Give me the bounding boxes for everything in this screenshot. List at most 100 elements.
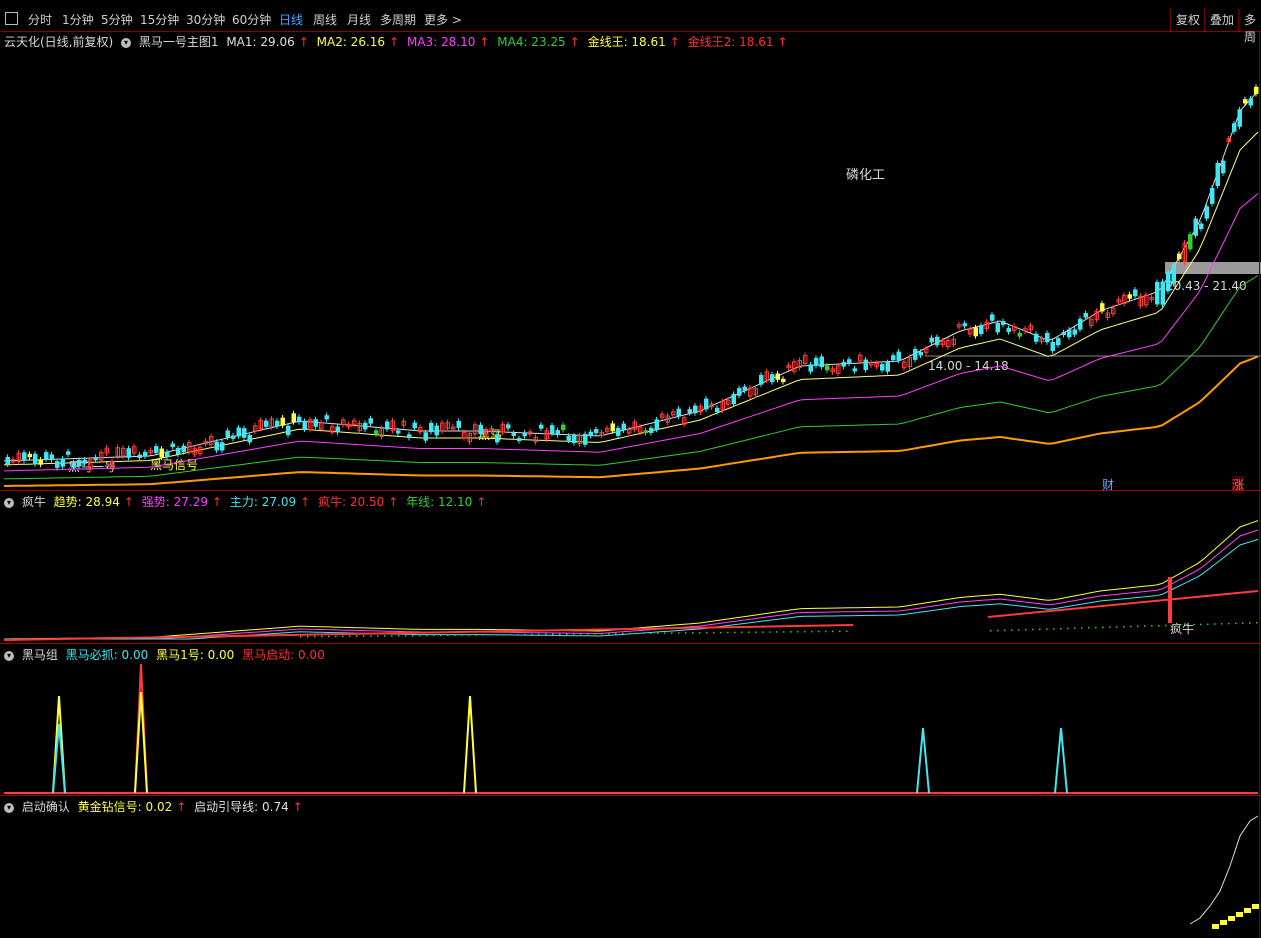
- tab-period-6[interactable]: 日线: [279, 11, 303, 28]
- year-dot: [377, 635, 379, 637]
- candle-body: [841, 361, 846, 367]
- candle-body: [1072, 329, 1077, 335]
- year-dot: [1102, 626, 1104, 629]
- year-dot: [832, 630, 834, 633]
- year-dot: [433, 634, 435, 637]
- candle-body: [423, 432, 428, 441]
- year-dot: [615, 632, 617, 635]
- year-dot: [489, 634, 491, 636]
- year-dot: [1032, 628, 1034, 631]
- tab-period-3[interactable]: 15分钟: [140, 11, 179, 28]
- candle-body: [396, 430, 401, 434]
- candle-body: [1050, 341, 1055, 352]
- overlay-button[interactable]: 叠加: [1204, 9, 1239, 31]
- year-dot: [990, 630, 992, 632]
- year-dot: [1193, 623, 1195, 626]
- year-dot: [307, 635, 309, 638]
- year-dot: [650, 632, 652, 634]
- candle-body: [885, 362, 890, 372]
- fuquan-button[interactable]: 复权: [1170, 9, 1205, 31]
- year-dot: [741, 631, 743, 634]
- year-dot: [818, 630, 820, 633]
- year-dot: [608, 632, 610, 635]
- confirm-indicator-chart: [1189, 815, 1259, 929]
- tab-period-8[interactable]: 月线: [347, 11, 371, 28]
- candlestick-chart[interactable]: [0, 31, 1261, 491]
- year-dot: [1018, 629, 1020, 631]
- tab-period-9[interactable]: 多周期: [380, 11, 416, 28]
- year-dot: [1207, 623, 1209, 625]
- tab-period-0[interactable]: 分时: [28, 11, 52, 28]
- candle-body: [1078, 318, 1083, 330]
- candle-body: [1100, 303, 1105, 312]
- candle-body: [27, 453, 32, 458]
- year-dot: [363, 635, 365, 637]
- candle-body: [814, 357, 819, 366]
- tab-period-10[interactable]: 更多 >: [424, 11, 462, 28]
- year-dot: [1109, 626, 1111, 628]
- candle-body: [456, 420, 461, 428]
- year-dot: [1067, 627, 1069, 630]
- candle-body: [704, 398, 709, 410]
- tab-period-1[interactable]: 1分钟: [62, 11, 94, 28]
- candle-body: [236, 427, 241, 437]
- candle-body: [588, 431, 593, 436]
- period-toolbar: 分时 1分钟 5分钟 15分钟 30分钟 60分钟 日线 周线 月线 多周期 更多 > 复权 叠加 …: [0, 7, 1261, 44]
- tab-period-4[interactable]: 30分钟: [186, 11, 225, 28]
- year-dot: [1214, 623, 1216, 625]
- year-dot: [1235, 622, 1237, 625]
- year-dot: [552, 633, 554, 635]
- candle-body: [1034, 333, 1039, 342]
- main-force-line: [4, 538, 1259, 640]
- candle-body: [291, 413, 296, 423]
- tab-period-5[interactable]: 60分钟: [232, 11, 271, 28]
- candle-body: [1061, 332, 1066, 336]
- candle-body: [1237, 109, 1242, 127]
- year-dot: [300, 636, 302, 638]
- bull-indicator-chart: [3, 520, 1259, 641]
- panel-toggle-icon[interactable]: [5, 12, 18, 25]
- candle-body: [1221, 160, 1226, 174]
- multi-period-button[interactable]: 多周: [1238, 9, 1261, 44]
- candle-body: [1155, 281, 1160, 305]
- year-dot: [1011, 629, 1013, 631]
- year-dot: [769, 631, 771, 633]
- tab-period-2[interactable]: 5分钟: [101, 11, 133, 28]
- candle-body: [929, 337, 934, 343]
- year-dot: [699, 632, 701, 634]
- year-dot: [328, 635, 330, 638]
- year-dot: [1256, 622, 1258, 624]
- candle-body: [935, 336, 940, 346]
- candle-body: [1243, 99, 1248, 104]
- candle-body: [566, 435, 571, 441]
- year-dot: [1242, 622, 1244, 624]
- year-dot: [573, 633, 575, 635]
- candle-body: [434, 425, 439, 436]
- candle-body: [819, 356, 824, 368]
- year-dot: [566, 633, 568, 635]
- candle-body: [863, 359, 868, 371]
- candle-body: [715, 407, 720, 413]
- candle-body: [1232, 123, 1237, 132]
- year-dot: [664, 632, 666, 634]
- year-dot: [342, 635, 344, 638]
- tab-period-7[interactable]: 周线: [313, 11, 337, 28]
- candle-body: [962, 323, 967, 327]
- candle-body: [1001, 321, 1006, 325]
- candle-body: [38, 459, 43, 465]
- candle-body: [517, 437, 522, 442]
- year-dot: [1060, 627, 1062, 630]
- year-dot: [1123, 626, 1125, 628]
- year-dot: [524, 633, 526, 636]
- year-dot: [1200, 623, 1202, 626]
- candle-body: [731, 393, 736, 405]
- candle-body: [374, 430, 379, 435]
- candle-body: [385, 421, 390, 430]
- candle-body: [297, 416, 302, 423]
- year-dot: [657, 632, 659, 634]
- year-dot: [671, 632, 673, 634]
- year-dot: [545, 633, 547, 636]
- candle-body: [77, 459, 82, 467]
- candle-body: [231, 435, 236, 439]
- year-dot: [412, 634, 414, 637]
